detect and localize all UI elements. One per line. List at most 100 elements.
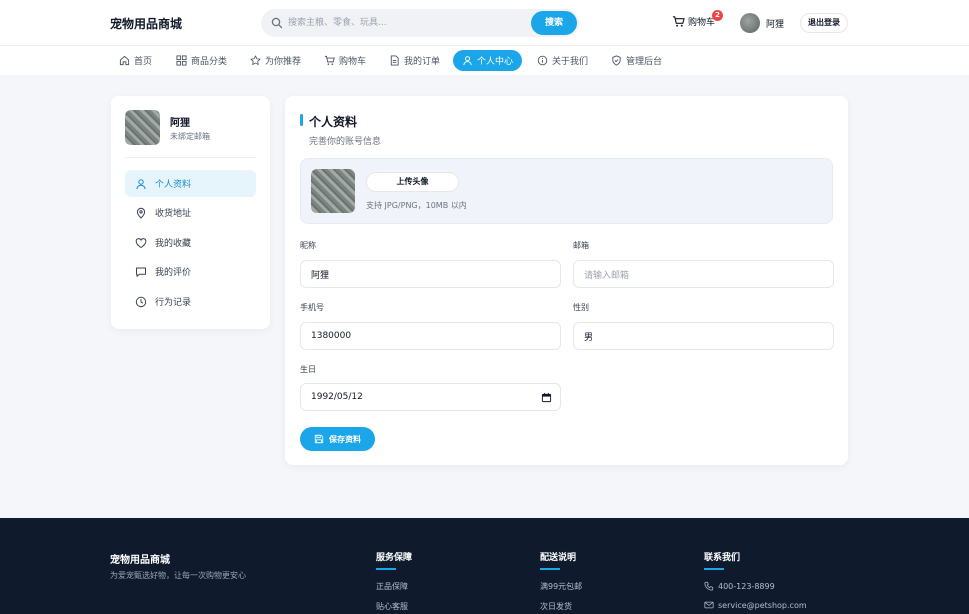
nav-item-orders[interactable]: 我的订单 bbox=[380, 50, 449, 71]
footer-link[interactable]: 正品保障 bbox=[376, 581, 412, 592]
sidebar-item-label: 收货地址 bbox=[155, 209, 192, 219]
footer-column-contact: 联系我们 400-123-8899 service@petshop.com bbox=[704, 550, 807, 610]
avatar bbox=[125, 110, 160, 145]
profile-form-card: 个人资料 完善你的账号信息 上传头像 支持 JPG/PNG，10MB 以内 昵称… bbox=[285, 96, 848, 465]
sidebar-email-status: 未绑定邮箱 bbox=[170, 132, 210, 141]
birthday-value: 1992/05/12 bbox=[311, 392, 363, 402]
footer-heading: 服务保障 bbox=[376, 553, 413, 563]
sidebar-item-favorites[interactable]: 我的收藏 bbox=[125, 229, 256, 256]
cart-icon bbox=[672, 16, 685, 27]
home-icon bbox=[119, 55, 130, 66]
footer-heading: 配送说明 bbox=[540, 553, 577, 563]
footer-email[interactable]: service@petshop.com bbox=[704, 600, 807, 610]
phone-icon bbox=[704, 581, 714, 591]
nav-item-recommend[interactable]: 为你推荐 bbox=[241, 50, 310, 71]
star-icon bbox=[250, 55, 261, 65]
heart-icon bbox=[135, 237, 147, 248]
birthday-date-input[interactable]: 1992/05/12 bbox=[300, 383, 561, 411]
search-icon bbox=[271, 17, 283, 29]
footer-heading-underline bbox=[376, 568, 396, 570]
sidebar-item-label: 个人资料 bbox=[155, 180, 192, 190]
footer-link[interactable]: 满99元包邮 bbox=[540, 581, 582, 592]
sidebar-item-label: 我的收藏 bbox=[155, 239, 192, 249]
footer-brand: 宠物用品商城 bbox=[110, 555, 170, 566]
location-icon bbox=[136, 207, 146, 219]
upload-hint: 支持 JPG/PNG，10MB 以内 bbox=[366, 201, 467, 210]
sidebar-item-address[interactable]: 收货地址 bbox=[125, 199, 256, 226]
profile-sidebar: 阿狸 未绑定邮箱 个人资料 收货地址 我的收藏 我的评价 行为记录 bbox=[111, 96, 270, 329]
comment-icon bbox=[136, 267, 146, 277]
clock-icon bbox=[135, 296, 147, 307]
footer-phone[interactable]: 400-123-8899 bbox=[704, 581, 807, 591]
nav-item-label: 首页 bbox=[134, 57, 153, 67]
page-title: 个人资料 bbox=[309, 115, 358, 129]
brand-logo-text[interactable]: 宠物用品商城 bbox=[110, 15, 182, 32]
nickname-field[interactable]: 阿狸 bbox=[300, 260, 561, 288]
save-icon bbox=[314, 434, 324, 444]
title-accent-bar bbox=[300, 114, 303, 126]
mail-icon bbox=[704, 601, 714, 609]
avatar bbox=[311, 169, 355, 213]
shield-icon bbox=[612, 55, 621, 66]
nav-item-home[interactable]: 首页 bbox=[110, 50, 161, 71]
footer-column-service: 服务保障 正品保障 贴心客服 bbox=[376, 550, 412, 612]
sidebar-item-reviews[interactable]: 我的评价 bbox=[125, 258, 256, 285]
phone-field[interactable]: 1380000 bbox=[300, 322, 561, 350]
search-bar: 搜索 bbox=[261, 9, 579, 37]
main-nav: 首页 商品分类 为你推荐 购物车 我的订单 个人中心 关于我们 管理后台 bbox=[0, 46, 969, 75]
cart-label: 购物车 bbox=[688, 18, 716, 28]
cart-count-badge: 2 bbox=[712, 10, 723, 21]
save-profile-button[interactable]: 保存资料 bbox=[300, 427, 375, 451]
footer-link[interactable]: 贴心客服 bbox=[376, 601, 412, 612]
nav-item-admin[interactable]: 管理后台 bbox=[602, 50, 671, 71]
nav-item-categories[interactable]: 商品分类 bbox=[167, 50, 236, 71]
nav-item-label: 我的订单 bbox=[404, 57, 441, 67]
nav-item-label: 关于我们 bbox=[552, 57, 589, 67]
info-icon bbox=[537, 55, 548, 66]
header-cart-link[interactable]: 购物车 2 bbox=[672, 10, 723, 28]
user-menu[interactable]: 阿狸 bbox=[740, 13, 784, 33]
gender-select[interactable]: 男 bbox=[573, 322, 834, 350]
birthday-label: 生日 bbox=[300, 365, 316, 374]
nav-item-label: 个人中心 bbox=[477, 57, 514, 67]
nav-item-label: 管理后台 bbox=[626, 57, 663, 67]
nav-item-label: 商品分类 bbox=[191, 57, 228, 67]
phone-label: 手机号 bbox=[300, 303, 324, 312]
user-icon bbox=[463, 56, 472, 66]
page-subtitle: 完善你的账号信息 bbox=[309, 137, 382, 147]
avatar-upload-panel: 上传头像 支持 JPG/PNG，10MB 以内 bbox=[300, 158, 833, 224]
site-footer: 宠物用品商城 为爱宠甄选好物，让每一次购物更安心 服务保障 正品保障 贴心客服 … bbox=[0, 518, 969, 614]
footer-heading-underline bbox=[704, 568, 724, 570]
footer-heading: 联系我们 bbox=[704, 553, 741, 563]
sidebar-user-name: 阿狸 bbox=[170, 118, 190, 129]
footer-slogan: 为爱宠甄选好物，让每一次购物更安心 bbox=[110, 571, 246, 580]
save-button-label: 保存资料 bbox=[329, 434, 361, 444]
upload-avatar-button[interactable]: 上传头像 bbox=[366, 172, 459, 192]
nav-item-label: 购物车 bbox=[339, 57, 367, 67]
user-icon bbox=[136, 178, 146, 189]
search-button[interactable]: 搜索 bbox=[531, 11, 577, 35]
nav-item-cart[interactable]: 购物车 bbox=[315, 50, 375, 71]
sidebar-item-history[interactable]: 行为记录 bbox=[125, 288, 256, 315]
calendar-icon[interactable] bbox=[541, 392, 552, 403]
nav-item-profile[interactable]: 个人中心 bbox=[453, 50, 523, 71]
search-input[interactable] bbox=[288, 14, 523, 32]
logout-button[interactable]: 退出登录 bbox=[800, 13, 848, 33]
footer-link[interactable]: 次日发货 bbox=[540, 601, 582, 612]
footer-column-delivery: 配送说明 满99元包邮 次日发货 bbox=[540, 550, 582, 612]
nickname-label: 昵称 bbox=[300, 241, 316, 250]
email-field[interactable]: 请输入邮箱 bbox=[573, 260, 834, 288]
avatar bbox=[740, 13, 760, 33]
sidebar-item-label: 行为记录 bbox=[155, 298, 192, 308]
sidebar-item-profile[interactable]: 个人资料 bbox=[125, 170, 256, 197]
user-name: 阿狸 bbox=[766, 19, 785, 30]
document-icon bbox=[390, 55, 399, 66]
divider bbox=[125, 157, 256, 158]
email-label: 邮箱 bbox=[573, 241, 589, 250]
nav-item-about[interactable]: 关于我们 bbox=[528, 50, 597, 71]
sidebar-item-label: 我的评价 bbox=[155, 268, 192, 278]
footer-heading-underline bbox=[540, 568, 560, 570]
grid-icon bbox=[176, 55, 187, 66]
footer-phone-text: 400-123-8899 bbox=[718, 581, 775, 591]
footer-email-text: service@petshop.com bbox=[718, 600, 807, 610]
